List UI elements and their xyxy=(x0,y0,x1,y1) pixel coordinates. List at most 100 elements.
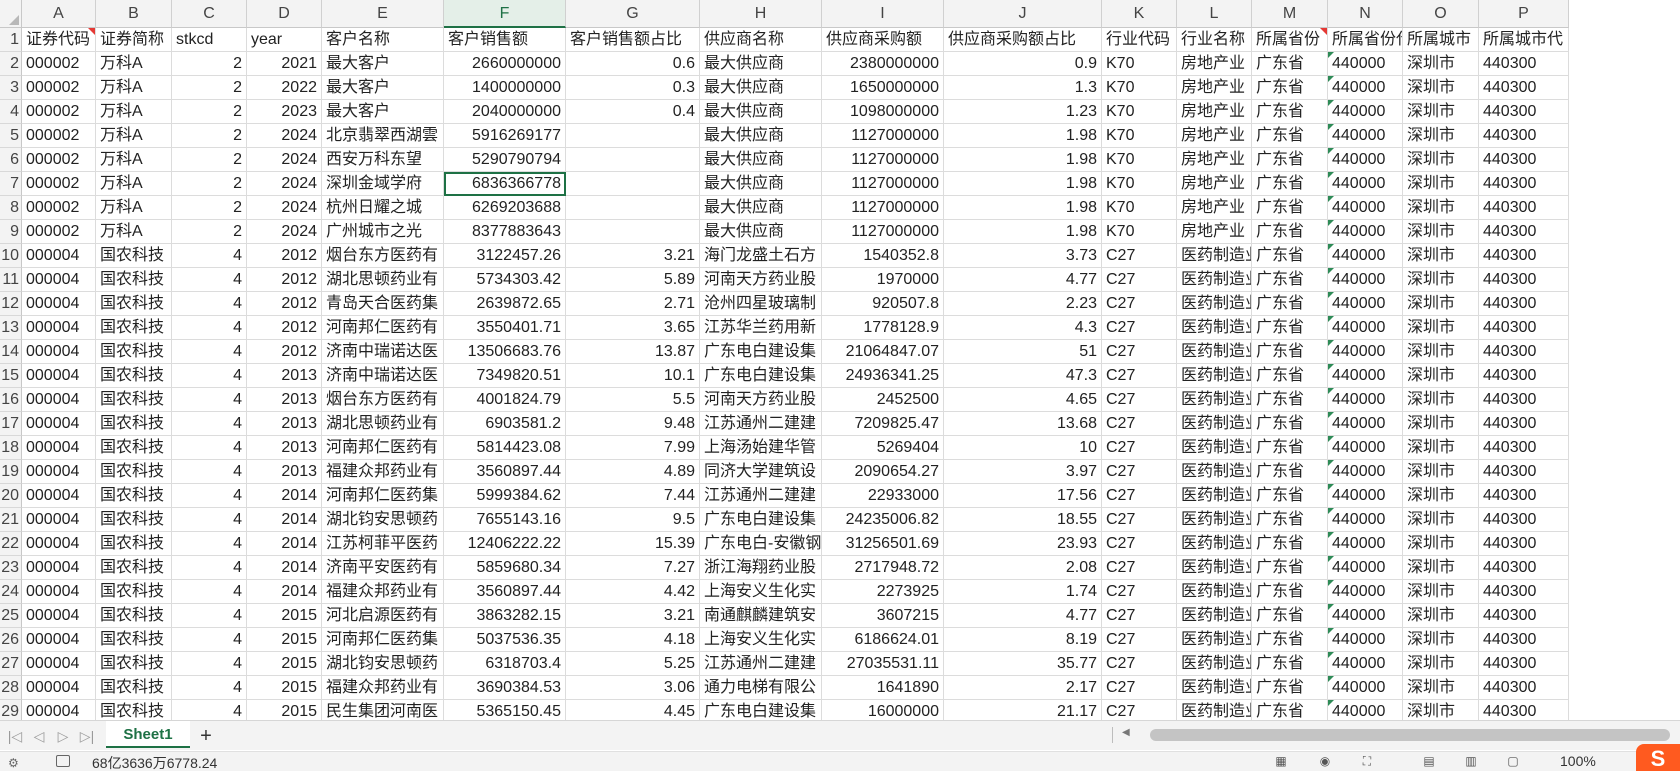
table-cell[interactable]: 2 xyxy=(172,172,247,196)
table-cell[interactable]: 3560897.44 xyxy=(444,580,566,604)
table-cell[interactable]: 440000 xyxy=(1328,340,1403,364)
table-cell[interactable]: 15.39 xyxy=(566,532,700,556)
table-cell[interactable]: 3.97 xyxy=(944,460,1102,484)
table-cell[interactable]: 2 xyxy=(172,196,247,220)
table-cell[interactable]: 2273925 xyxy=(822,580,944,604)
table-cell[interactable]: 440300 xyxy=(1479,76,1569,100)
table-cell[interactable]: 最大供应商 xyxy=(700,100,822,124)
table-cell[interactable]: 440000 xyxy=(1328,460,1403,484)
first-sheet-button[interactable]: |◁ xyxy=(4,725,26,747)
table-cell[interactable]: 2024 xyxy=(247,148,322,172)
table-cell[interactable]: 深圳市 xyxy=(1403,412,1479,436)
table-cell[interactable]: C27 xyxy=(1102,532,1177,556)
column-title-cell[interactable]: 供应商采购额 xyxy=(822,28,944,52)
table-cell[interactable]: C27 xyxy=(1102,580,1177,604)
table-cell[interactable]: 7655143.16 xyxy=(444,508,566,532)
table-cell[interactable]: 4.77 xyxy=(944,604,1102,628)
table-cell[interactable]: 4 xyxy=(172,460,247,484)
table-cell[interactable]: 13506683.76 xyxy=(444,340,566,364)
table-cell[interactable]: 440000 xyxy=(1328,364,1403,388)
table-cell[interactable]: 2 xyxy=(172,52,247,76)
table-cell[interactable]: 万科A xyxy=(96,172,172,196)
table-cell[interactable]: 8.19 xyxy=(944,628,1102,652)
table-cell[interactable]: 000002 xyxy=(22,124,96,148)
table-cell[interactable]: 12406222.22 xyxy=(444,532,566,556)
eye-protect-icon[interactable]: ◉ xyxy=(1316,754,1334,768)
table-cell[interactable]: 1127000000 xyxy=(822,196,944,220)
table-cell[interactable]: 440000 xyxy=(1328,436,1403,460)
table-cell[interactable]: 医药制造业 xyxy=(1177,460,1252,484)
table-cell[interactable]: 4 xyxy=(172,388,247,412)
table-cell[interactable]: 1127000000 xyxy=(822,172,944,196)
table-cell[interactable]: 国农科技 xyxy=(96,652,172,676)
table-cell[interactable]: 1650000000 xyxy=(822,76,944,100)
table-cell[interactable]: 7.99 xyxy=(566,436,700,460)
share-icon[interactable]: ⛶ xyxy=(1358,754,1376,768)
table-cell[interactable]: 440000 xyxy=(1328,700,1403,720)
table-cell[interactable]: 000004 xyxy=(22,268,96,292)
table-cell[interactable]: C27 xyxy=(1102,556,1177,580)
table-cell[interactable]: 2660000000 xyxy=(444,52,566,76)
table-cell[interactable]: 万科A xyxy=(96,100,172,124)
table-cell[interactable]: 440300 xyxy=(1479,700,1569,720)
table-cell[interactable]: 广东省 xyxy=(1252,100,1328,124)
column-title-cell[interactable]: 证券代码 xyxy=(22,28,96,52)
table-cell[interactable]: 2.71 xyxy=(566,292,700,316)
table-cell[interactable]: 440300 xyxy=(1479,172,1569,196)
table-cell[interactable]: 3.21 xyxy=(566,604,700,628)
table-cell[interactable]: 广东省 xyxy=(1252,220,1328,244)
column-title-cell[interactable]: 供应商采购额占比 xyxy=(944,28,1102,52)
table-cell[interactable]: 4 xyxy=(172,652,247,676)
column-header-j[interactable]: J xyxy=(944,0,1102,28)
table-cell[interactable]: 18.55 xyxy=(944,508,1102,532)
table-cell[interactable]: 广东省 xyxy=(1252,316,1328,340)
table-cell[interactable]: 同济大学建筑设 xyxy=(700,460,822,484)
table-cell[interactable]: 2015 xyxy=(247,628,322,652)
table-cell[interactable]: 1098000000 xyxy=(822,100,944,124)
column-title-cell[interactable]: 证券简称 xyxy=(96,28,172,52)
table-cell[interactable]: 000004 xyxy=(22,508,96,532)
table-cell[interactable]: 000004 xyxy=(22,388,96,412)
table-cell[interactable]: 2021 xyxy=(247,52,322,76)
table-icon[interactable]: ▦ xyxy=(1272,754,1290,768)
table-cell[interactable]: 5916269177 xyxy=(444,124,566,148)
column-header-h[interactable]: H xyxy=(700,0,822,28)
table-cell[interactable]: 4 xyxy=(172,412,247,436)
table-cell[interactable]: 440300 xyxy=(1479,220,1569,244)
table-cell[interactable]: 7.44 xyxy=(566,484,700,508)
table-cell[interactable]: 广东电白-安徽钢 xyxy=(700,532,822,556)
table-cell[interactable]: 000004 xyxy=(22,316,96,340)
table-cell[interactable] xyxy=(566,196,700,220)
table-cell[interactable]: 5037536.35 xyxy=(444,628,566,652)
table-cell[interactable]: 广东省 xyxy=(1252,652,1328,676)
column-header-g[interactable]: G xyxy=(566,0,700,28)
table-cell[interactable]: 医药制造业 xyxy=(1177,580,1252,604)
table-cell[interactable]: 2014 xyxy=(247,484,322,508)
row-header[interactable]: 3 xyxy=(0,76,22,100)
table-cell[interactable]: 440300 xyxy=(1479,532,1569,556)
table-cell[interactable]: 2015 xyxy=(247,700,322,720)
table-cell[interactable]: 920507.8 xyxy=(822,292,944,316)
table-cell[interactable]: 3.65 xyxy=(566,316,700,340)
table-cell[interactable]: 440300 xyxy=(1479,100,1569,124)
table-cell[interactable]: 1540352.8 xyxy=(822,244,944,268)
last-sheet-button[interactable]: ▷| xyxy=(76,725,98,747)
table-cell[interactable]: 济南中瑞诺达医 xyxy=(322,364,444,388)
table-cell[interactable]: 440300 xyxy=(1479,580,1569,604)
column-title-cell[interactable]: stkcd xyxy=(172,28,247,52)
table-cell[interactable]: 最大供应商 xyxy=(700,220,822,244)
table-cell[interactable]: 广东省 xyxy=(1252,508,1328,532)
table-cell[interactable]: 4.77 xyxy=(944,268,1102,292)
column-header-i[interactable]: I xyxy=(822,0,944,28)
table-cell[interactable]: 2015 xyxy=(247,652,322,676)
table-cell[interactable]: 440000 xyxy=(1328,292,1403,316)
table-cell[interactable]: 8377883643 xyxy=(444,220,566,244)
table-cell[interactable]: C27 xyxy=(1102,316,1177,340)
table-cell[interactable]: 1.23 xyxy=(944,100,1102,124)
table-cell[interactable]: 1970000 xyxy=(822,268,944,292)
table-cell[interactable]: 3560897.44 xyxy=(444,460,566,484)
table-cell[interactable]: 最大供应商 xyxy=(700,76,822,100)
table-cell[interactable]: 3863282.15 xyxy=(444,604,566,628)
table-cell[interactable]: C27 xyxy=(1102,604,1177,628)
table-cell[interactable]: 4 xyxy=(172,532,247,556)
